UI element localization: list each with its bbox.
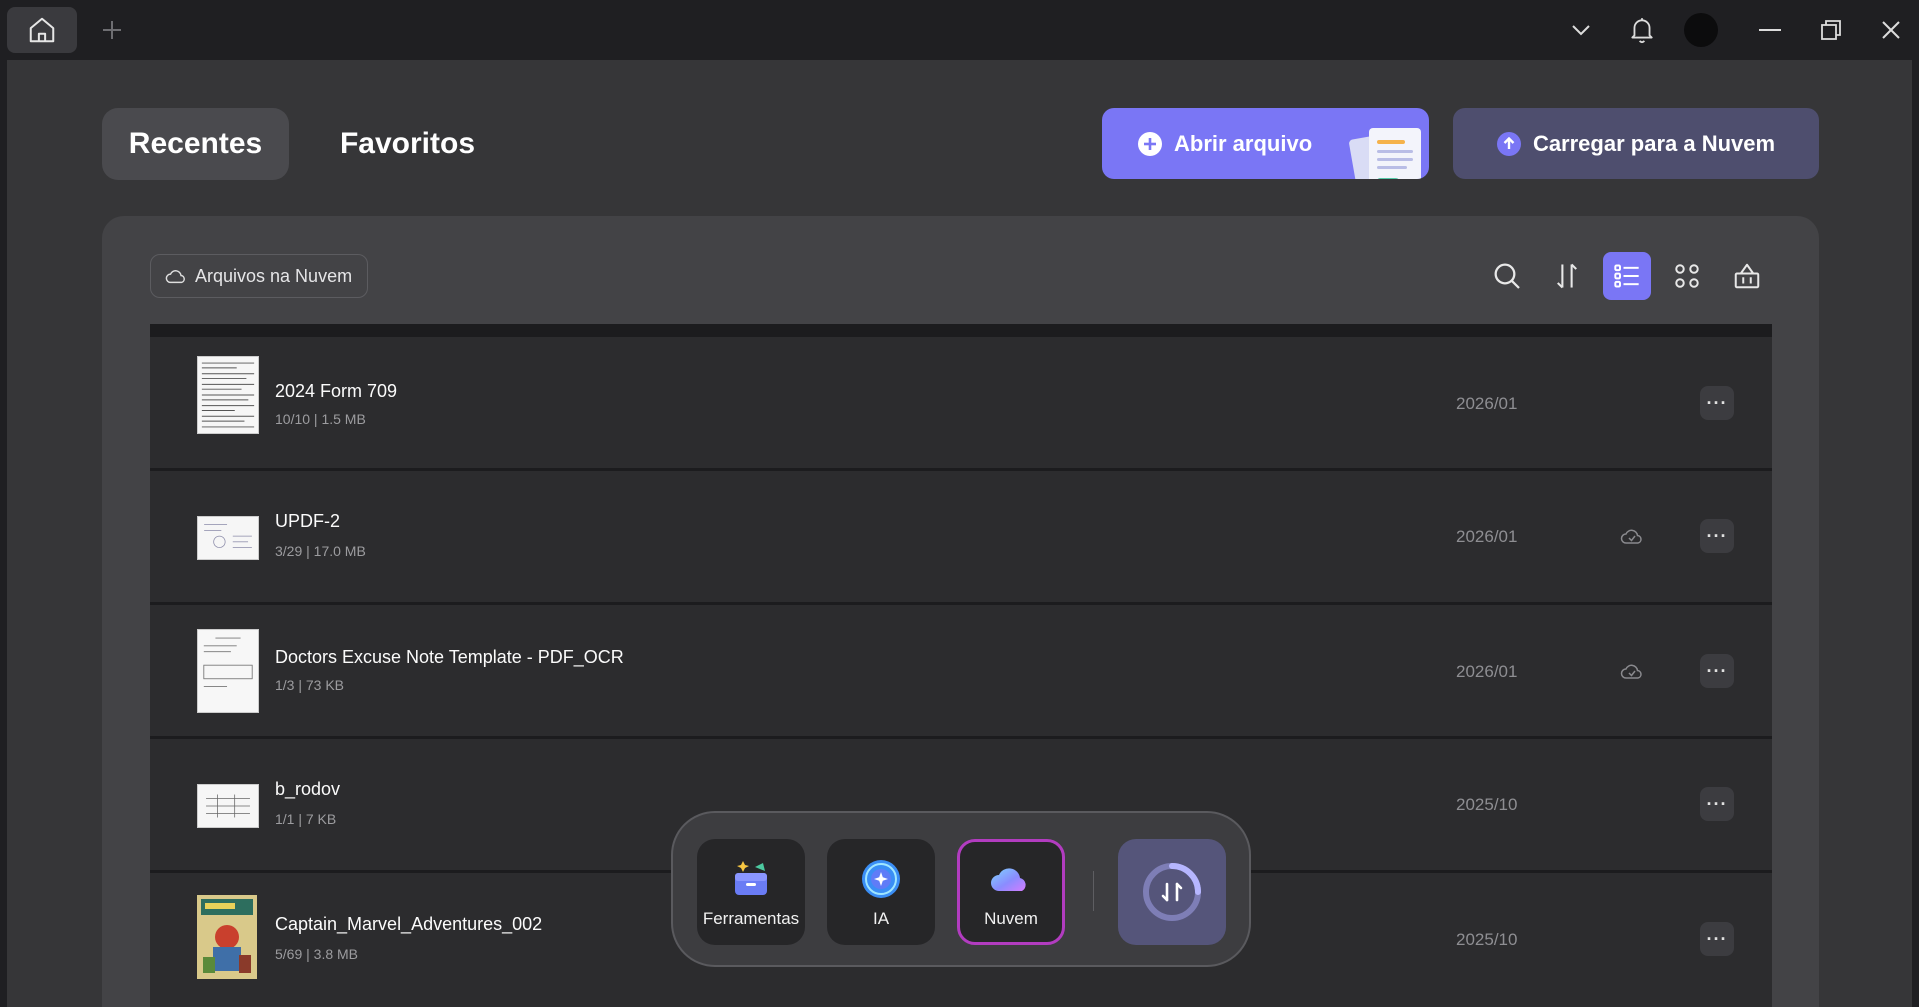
dock-ai-button[interactable]: IA [827, 839, 935, 945]
file-thumbnail [197, 784, 259, 828]
upload-arrow-icon [1496, 131, 1521, 156]
chevron-down-icon [1572, 25, 1590, 36]
more-options-button[interactable]: ··· [1700, 654, 1734, 688]
cloud-files-filter[interactable]: Arquivos na Nuvem [150, 254, 368, 298]
list-item[interactable]: 2024 Form 709 10/10 | 1.5 MB 2026/01 ··· [150, 337, 1772, 468]
more-options-button[interactable]: ··· [1700, 519, 1734, 553]
cloud-files-label: Arquivos na Nuvem [195, 265, 353, 286]
basket-icon [1734, 263, 1760, 289]
ellipsis-icon: ··· [1706, 660, 1728, 681]
dock-tools-label: Ferramentas [702, 909, 800, 928]
ellipsis-icon: ··· [1706, 525, 1728, 546]
dock-cloud-button[interactable]: Nuvem [957, 839, 1065, 945]
ellipsis-icon: ··· [1706, 928, 1728, 949]
list-item[interactable]: Doctors Excuse Note Template - PDF_OCR 1… [150, 605, 1772, 736]
more-options-button[interactable]: ··· [1700, 922, 1734, 956]
open-file-button[interactable]: Abrir arquivo [1102, 108, 1429, 179]
documents-illustration-icon [1349, 128, 1421, 179]
upload-cloud-button[interactable]: Carregar para a Nuvem [1453, 108, 1819, 179]
avatar-button[interactable] [1681, 10, 1721, 50]
search-button[interactable] [1483, 252, 1531, 300]
dock-tools-button[interactable]: Ferramentas [697, 839, 805, 945]
sync-icon [1143, 863, 1201, 921]
dock-sync-button[interactable] [1118, 839, 1226, 945]
plus-icon [103, 21, 121, 39]
plus-circle-icon [1138, 131, 1162, 156]
close-icon [1882, 21, 1900, 39]
file-date: 2025/10 [1456, 930, 1518, 949]
dock-divider [1093, 871, 1094, 911]
file-date: 2025/10 [1456, 795, 1518, 814]
search-icon [1494, 263, 1520, 289]
basket-button[interactable] [1723, 252, 1771, 300]
dropdown-button[interactable] [1561, 10, 1601, 50]
sort-icon [1557, 263, 1577, 289]
file-name: Doctors Excuse Note Template - PDF_OCR [275, 647, 624, 667]
file-name: b_rodov [275, 779, 341, 799]
notifications-button[interactable] [1622, 10, 1662, 50]
file-meta: 1/3 | 73 KB [275, 677, 345, 693]
upload-cloud-label: Carregar para a Nuvem [1532, 130, 1776, 156]
file-meta: 5/69 | 3.8 MB [275, 946, 359, 962]
file-name: 2024 Form 709 [275, 381, 398, 401]
cloud-icon [165, 270, 185, 284]
grid-view-icon [1675, 264, 1699, 288]
bottom-dock: Ferramentas IA Nuvem [671, 811, 1251, 967]
dock-cloud-label: Nuvem [984, 909, 1038, 928]
home-tab[interactable] [7, 7, 77, 53]
file-thumbnail [197, 895, 257, 979]
grid-view-button[interactable] [1663, 252, 1711, 300]
file-thumbnail [197, 356, 259, 434]
file-date: 2026/01 [1456, 527, 1518, 546]
title-bar [0, 0, 1919, 60]
cloud-synced-icon [1620, 664, 1642, 679]
file-thumbnail [197, 629, 259, 713]
avatar [1684, 13, 1718, 47]
file-date: 2026/01 [1456, 394, 1518, 413]
minimize-icon [1759, 29, 1781, 31]
file-thumbnail [197, 516, 259, 560]
restore-icon [1821, 20, 1841, 40]
file-meta: 3/29 | 17.0 MB [275, 543, 366, 559]
ellipsis-icon: ··· [1706, 793, 1728, 814]
file-meta: 1/1 | 7 KB [275, 811, 337, 827]
list-view-button[interactable] [1603, 252, 1651, 300]
tab-favoritos[interactable]: Favoritos [320, 108, 495, 180]
cloud-synced-icon [1620, 529, 1642, 544]
open-file-label: Abrir arquivo [1174, 130, 1313, 156]
minimize-button[interactable] [1750, 10, 1790, 50]
tab-recentes[interactable]: Recentes [102, 108, 289, 180]
list-view-icon [1614, 264, 1639, 288]
dock-ai-label: IA [872, 909, 890, 928]
cloud-icon [991, 868, 1026, 891]
file-date: 2026/01 [1456, 662, 1518, 681]
restore-button[interactable] [1811, 10, 1851, 50]
file-meta: 10/10 | 1.5 MB [275, 411, 366, 427]
home-icon [29, 17, 55, 43]
more-options-button[interactable]: ··· [1700, 386, 1734, 420]
bell-icon [1631, 18, 1653, 44]
close-button[interactable] [1871, 10, 1911, 50]
new-tab-button[interactable] [96, 14, 128, 46]
file-name: UPDF-2 [275, 511, 341, 531]
sort-button[interactable] [1543, 252, 1591, 300]
toolbox-icon [735, 861, 767, 895]
ellipsis-icon: ··· [1706, 392, 1728, 413]
list-item[interactable]: UPDF-2 3/29 | 17.0 MB 2026/01 ··· [150, 471, 1772, 602]
ai-assistant-icon [862, 860, 900, 898]
more-options-button[interactable]: ··· [1700, 787, 1734, 821]
file-name: Captain_Marvel_Adventures_002 [275, 914, 543, 934]
